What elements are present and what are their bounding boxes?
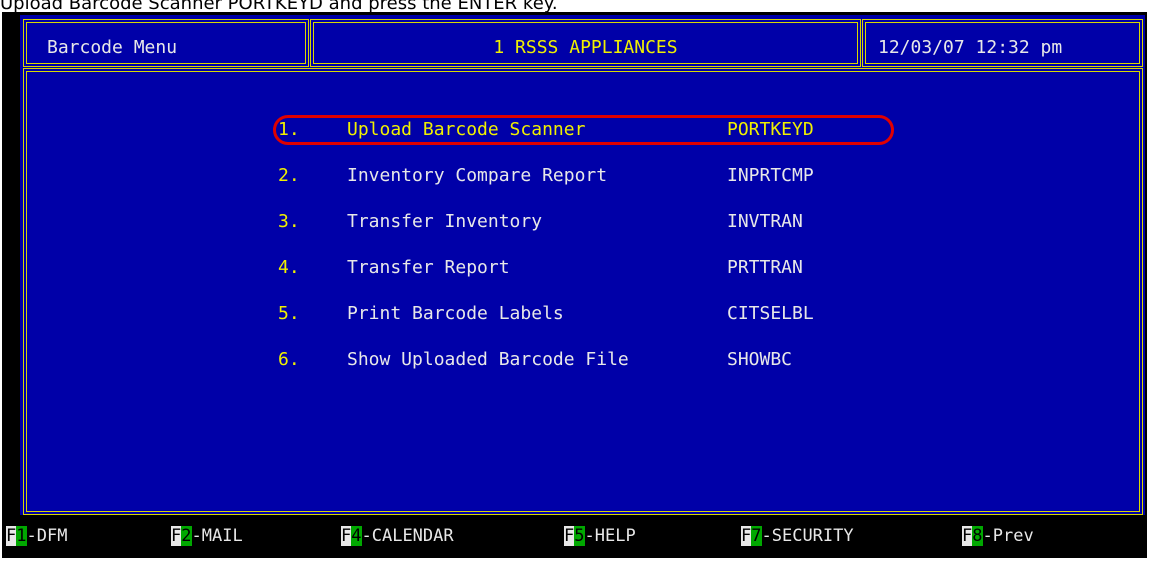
menu-item-transfer-inventory[interactable]: 3. Transfer Inventory INVTRAN <box>20 210 1145 234</box>
fkey-number: 4 <box>351 526 362 546</box>
menu-item-label: Inventory Compare Report <box>347 165 608 186</box>
fkey-letter: F <box>741 526 752 546</box>
fkey-number: 1 <box>16 526 27 546</box>
fkey-letter: F <box>564 526 575 546</box>
header-datetime-box: 12/03/07 12:32 pm <box>862 19 1143 67</box>
fkey-label: -CALENDAR <box>361 526 454 546</box>
terminal-screen: Barcode Menu 1 RSSS APPLIANCES 12/03/07 … <box>2 12 1147 558</box>
menu-item-label: Show Uploaded Barcode File <box>347 349 629 370</box>
fkey-label: -HELP <box>584 526 636 546</box>
menu-item-number: 6. <box>278 349 300 370</box>
menu-item-label: Print Barcode Labels <box>347 303 564 324</box>
menu-item-label: Transfer Inventory <box>347 211 543 232</box>
menu-item-number: 2. <box>278 165 300 186</box>
fkey-letter: F <box>171 526 182 546</box>
fkey-f1-dfm[interactable]: F1-DFM <box>6 520 67 552</box>
fkey-letter: F <box>962 526 973 546</box>
fkey-f5-help[interactable]: F5-HELP <box>564 520 636 552</box>
menu-item-code: INPRTCMP <box>727 165 814 186</box>
menu-item-inventory-compare-report[interactable]: 2. Inventory Compare Report INPRTCMP <box>20 164 1145 188</box>
fkey-letter: F <box>341 526 352 546</box>
menu-item-show-uploaded-barcode-file[interactable]: 6. Show Uploaded Barcode File SHOWBC <box>20 348 1145 372</box>
fkey-f7-security[interactable]: F7-SECURITY <box>741 520 854 552</box>
fkey-number: 5 <box>574 526 585 546</box>
menu-item-label: Transfer Report <box>347 257 510 278</box>
fkey-f2-mail[interactable]: F2-MAIL <box>171 520 243 552</box>
company-name: 1 RSSS APPLIANCES <box>493 37 678 58</box>
fkey-label: -Prev <box>982 526 1034 546</box>
fkey-number: 2 <box>181 526 192 546</box>
menu-item-number: 4. <box>278 257 300 278</box>
menu-item-print-barcode-labels[interactable]: 5. Print Barcode Labels CITSELBL <box>20 302 1145 326</box>
fkey-label: -MAIL <box>191 526 243 546</box>
header-menu-title-box: Barcode Menu <box>23 19 309 67</box>
menu-item-code: PRTTRAN <box>727 257 803 278</box>
terminal-window: Barcode Menu 1 RSSS APPLIANCES 12/03/07 … <box>20 15 1145 515</box>
fkey-letter: F <box>6 526 17 546</box>
function-key-bar: F1-DFM F2-MAIL F4-CALENDAR F5-HELP F7-SE… <box>2 520 1147 552</box>
menu-item-number: 5. <box>278 303 300 324</box>
fkey-label: -DFM <box>26 526 68 546</box>
fkey-f4-calendar[interactable]: F4-CALENDAR <box>341 520 454 552</box>
fkey-label: -SECURITY <box>761 526 854 546</box>
header-company-box: 1 RSSS APPLIANCES <box>310 19 861 67</box>
datetime: 12/03/07 12:32 pm <box>878 37 1063 58</box>
menu-item-code: CITSELBL <box>727 303 814 324</box>
fkey-number: 7 <box>751 526 762 546</box>
menu-title: Barcode Menu <box>47 37 178 58</box>
menu-item-transfer-report[interactable]: 4. Transfer Report PRTTRAN <box>20 256 1145 280</box>
fkey-f8-prev[interactable]: F8-Prev <box>962 520 1034 552</box>
menu-item-code: SHOWBC <box>727 349 793 370</box>
menu-item-code: INVTRAN <box>727 211 803 232</box>
fkey-number: 8 <box>972 526 983 546</box>
menu-item-number: 3. <box>278 211 300 232</box>
selection-highlight-oval <box>273 115 894 145</box>
